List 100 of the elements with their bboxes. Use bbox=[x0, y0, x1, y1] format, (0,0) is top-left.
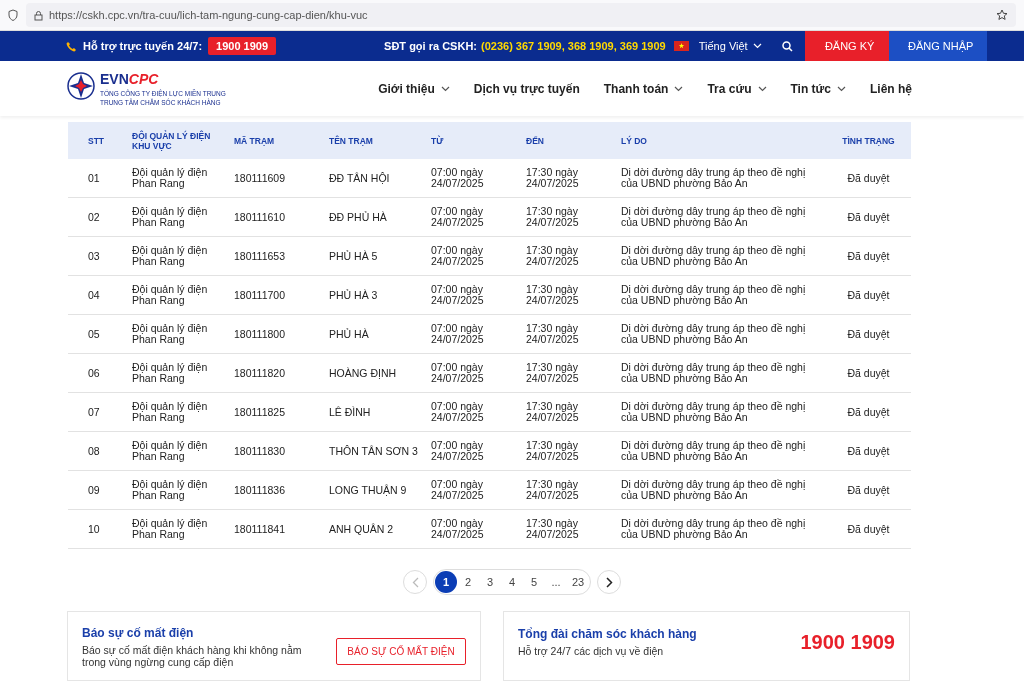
table-cell: Đã duyệt bbox=[847, 367, 890, 379]
address-bar[interactable]: https://cskh.cpc.vn/tra-cuu/lich-tam-ngung-cung-cap-dien/khu-vuc bbox=[26, 3, 1016, 27]
table-cell: 10 bbox=[88, 523, 100, 535]
page-button[interactable]: 4 bbox=[501, 571, 523, 593]
chevron-down-icon bbox=[440, 85, 450, 92]
table-cell: 07 bbox=[88, 406, 100, 418]
table-cell-text: 07:00 ngày 24/07/2025 bbox=[431, 479, 485, 501]
table-cell-text: 17:30 ngày 24/07/2025 bbox=[526, 167, 580, 189]
search-icon[interactable] bbox=[781, 40, 793, 52]
table-cell: Đã duyệt bbox=[847, 328, 890, 340]
register-button[interactable]: ĐĂNG KÝ bbox=[804, 31, 889, 61]
table-cell: Đã duyệt bbox=[847, 406, 890, 418]
table-cell: 180111610 bbox=[234, 211, 285, 223]
page-button[interactable]: ... bbox=[545, 571, 567, 593]
nav-item[interactable]: Tra cứu bbox=[707, 81, 767, 96]
page-button[interactable]: 5 bbox=[523, 571, 545, 593]
table-cell: Di dời đường dây trung áp theo đề nghị của UBND phường Bảo An bbox=[621, 401, 806, 423]
column-header: LÝ DO bbox=[621, 122, 826, 159]
table-cell-text: 07:00 ngày 24/07/2025 bbox=[431, 284, 485, 306]
star-icon[interactable] bbox=[996, 9, 1008, 21]
shield-icon bbox=[8, 9, 18, 21]
table-cell-text: 17:30 ngày 24/07/2025 bbox=[526, 206, 580, 228]
support-label: Hỗ trợ trực tuyến 24/7: bbox=[83, 40, 203, 52]
nav-item[interactable]: Dịch vụ trực tuyến bbox=[473, 81, 580, 96]
login-button[interactable]: ĐĂNG NHẬP bbox=[888, 31, 987, 61]
language-selector[interactable]: Tiếng Việt bbox=[698, 40, 762, 52]
card-title: Báo sự cố mất điện bbox=[82, 626, 195, 640]
column-header: TỪ bbox=[431, 122, 526, 159]
table-cell: 06 bbox=[88, 367, 100, 379]
table-cell: Đã duyệt bbox=[847, 289, 890, 301]
table-cell-text: 17:30 ngày 24/07/2025 bbox=[526, 245, 580, 267]
support-phone[interactable]: 1900 1909 bbox=[208, 37, 277, 55]
table-cell-text: 07:00 ngày 24/07/2025 bbox=[431, 323, 485, 345]
table-cell-text: Đội quản lý điện Phan Rang bbox=[132, 440, 209, 462]
table-cell: 03 bbox=[88, 250, 100, 262]
nav-item[interactable]: Tin tức bbox=[790, 81, 846, 96]
table-cell-text: 17:30 ngày 24/07/2025 bbox=[526, 479, 580, 501]
column-header: MÃ TRẠM bbox=[234, 122, 329, 159]
table-cell: 01 bbox=[88, 172, 100, 184]
table-cell: 04 bbox=[88, 289, 100, 301]
card-text: Báo sự cố mất điện khách hàng khi không nằm trong vùng ngừng cung cấp điện bbox=[82, 644, 303, 668]
chevron-down-icon bbox=[752, 43, 762, 49]
table-cell: Đã duyệt bbox=[847, 250, 890, 262]
table-cell-text: Đội quản lý điện Phan Rang bbox=[132, 401, 209, 423]
table-cell: 08 bbox=[88, 445, 100, 457]
brand-logo: EVNCPC bbox=[100, 70, 160, 87]
column-header: ĐỘI QUẢN LÝ ĐIỆN KHU VỰC bbox=[132, 122, 234, 159]
card-text: Hỗ trợ 24/7 các dịch vụ về điện bbox=[518, 645, 665, 657]
table-cell: PHỦ HÀ 5 bbox=[329, 250, 378, 262]
table-cell-text: Đội quản lý điện Phan Rang bbox=[132, 518, 209, 540]
table-cell: PHỦ HÀ bbox=[329, 328, 369, 340]
nav-item[interactable]: Thanh toán bbox=[603, 81, 684, 96]
page-button[interactable]: 3 bbox=[479, 571, 501, 593]
page-button[interactable]: 2 bbox=[457, 571, 479, 593]
table-cell-text: 17:30 ngày 24/07/2025 bbox=[526, 440, 580, 462]
table-cell-text: Đội quản lý điện Phan Rang bbox=[132, 245, 209, 267]
table-cell-text: 17:30 ngày 24/07/2025 bbox=[526, 401, 580, 423]
page-button[interactable]: 23 bbox=[567, 571, 589, 593]
table-cell: HOÀNG ĐỊNH bbox=[329, 367, 397, 379]
hotline-number: 1900 1909 bbox=[800, 630, 895, 654]
table-cell: ĐĐ PHỦ HÀ bbox=[329, 211, 387, 223]
table-cell: 02 bbox=[88, 211, 100, 223]
chevron-left-icon bbox=[411, 576, 419, 588]
call-numbers: (0236) 367 1909, 368 1909, 369 1909 bbox=[481, 40, 666, 52]
next-page-button[interactable] bbox=[597, 570, 621, 594]
table-cell: 180111700 bbox=[234, 289, 285, 301]
page-button[interactable]: 1 bbox=[435, 571, 457, 593]
table-cell: Di dời đường dây trung áp theo đề nghị của UBND phường Bảo An bbox=[621, 284, 806, 306]
table-cell: 180111800 bbox=[234, 328, 285, 340]
table-cell: Di dời đường dây trung áp theo đề nghị của UBND phường Bảo An bbox=[621, 245, 806, 267]
table-cell: Di dời đường dây trung áp theo đề nghị của UBND phường Bảo An bbox=[621, 440, 806, 462]
lock-icon bbox=[34, 9, 43, 21]
table-cell-text: Đội quản lý điện Phan Rang bbox=[132, 284, 209, 306]
table-cell-text: 07:00 ngày 24/07/2025 bbox=[431, 167, 485, 189]
table-cell: 180111836 bbox=[234, 484, 285, 496]
flag-icon bbox=[673, 41, 689, 51]
table-cell-text: 07:00 ngày 24/07/2025 bbox=[431, 518, 485, 540]
table-cell: 05 bbox=[88, 328, 100, 340]
nav-item[interactable]: Giới thiệu bbox=[378, 81, 450, 96]
nav-item[interactable]: Liên hệ bbox=[870, 81, 912, 96]
table-cell: Di dời đường dây trung áp theo đề nghị của UBND phường Bảo An bbox=[621, 206, 806, 228]
table-cell-text: Đội quản lý điện Phan Rang bbox=[132, 479, 209, 501]
table-cell-text: Đội quản lý điện Phan Rang bbox=[132, 323, 209, 345]
table-cell: Đã duyệt bbox=[847, 445, 890, 457]
chevron-right-icon bbox=[605, 576, 613, 588]
table-cell-text: Đội quản lý điện Phan Rang bbox=[132, 362, 209, 384]
table-cell-text: 17:30 ngày 24/07/2025 bbox=[526, 284, 580, 306]
table-cell: LÊ ĐÌNH bbox=[329, 406, 371, 418]
table-cell: Đã duyệt bbox=[847, 523, 890, 535]
table-cell-text: 17:30 ngày 24/07/2025 bbox=[526, 362, 580, 384]
table-cell: Đã duyệt bbox=[847, 484, 890, 496]
phone-icon bbox=[66, 40, 77, 52]
call-label: SĐT gọi ra CSKH: bbox=[384, 40, 477, 52]
table-cell-text: Đội quản lý điện Phan Rang bbox=[132, 167, 209, 189]
table-cell: 180111653 bbox=[234, 250, 285, 262]
table-cell-text: 07:00 ngày 24/07/2025 bbox=[431, 440, 485, 462]
table-cell: 09 bbox=[88, 484, 100, 496]
table-cell: 180111820 bbox=[234, 367, 285, 379]
table-cell-text: 07:00 ngày 24/07/2025 bbox=[431, 245, 485, 267]
report-outage-button[interactable]: BÁO SỰ CỐ MẤT ĐIỆN bbox=[336, 638, 466, 665]
